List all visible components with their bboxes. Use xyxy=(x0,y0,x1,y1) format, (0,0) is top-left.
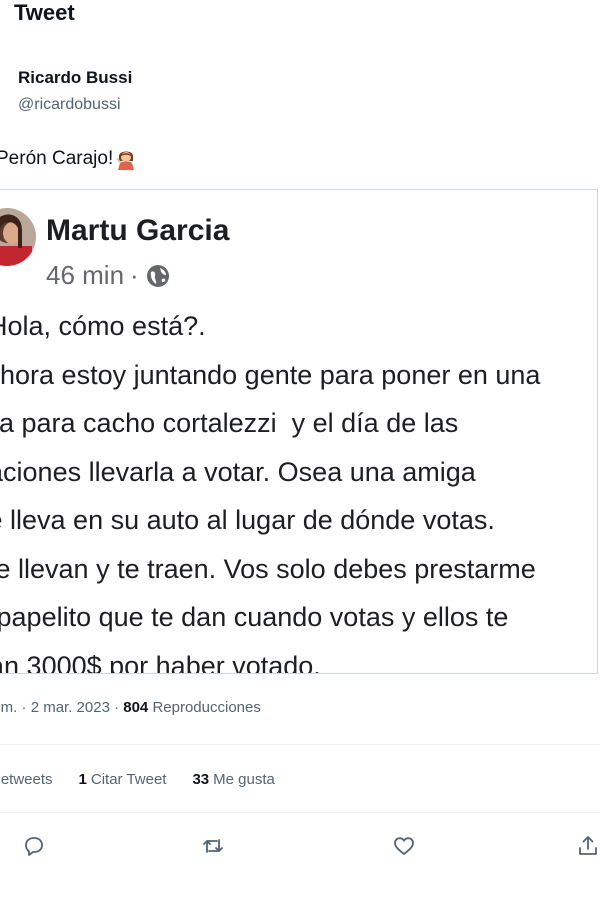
author-name[interactable]: Ricardo Bussi xyxy=(18,68,132,88)
divider xyxy=(0,744,600,745)
share-icon xyxy=(576,834,600,863)
quoted-line: Te llevan y te traen. Vos solo debes pre… xyxy=(0,553,536,584)
globe-icon xyxy=(145,263,171,289)
retweets-stat[interactable]: Retweets xyxy=(0,771,53,788)
quoted-post-body: Hola, cómo está?. Ahora estoy juntando g… xyxy=(0,302,541,674)
quoted-line: el papelito que te dan cuando votas y el… xyxy=(0,602,509,632)
meta-separator: · xyxy=(130,260,139,290)
actions-row xyxy=(0,828,600,868)
woman-gesturing-icon xyxy=(116,148,136,170)
timestamp-row: p. m. · 2 mar. 2023 · 804 Reproducciones xyxy=(0,699,261,716)
views-label: Reproducciones xyxy=(152,699,261,716)
quoted-line: dan 3000$ por haber votado. xyxy=(0,650,321,674)
quoted-author-name[interactable]: Martu Garcia xyxy=(46,214,229,248)
reply-button[interactable] xyxy=(14,828,54,868)
quoted-time-ago[interactable]: 46 min xyxy=(46,260,124,291)
quoted-line: Hola, cómo está?. xyxy=(0,311,206,341)
retweets-label: Retweets xyxy=(0,771,53,788)
quoted-line: votaciones llevarla a votar. Osea una am… xyxy=(0,456,476,487)
quotes-label: Citar Tweet xyxy=(90,771,167,788)
reply-icon xyxy=(22,834,46,863)
author-handle[interactable]: @ricardobussi xyxy=(18,96,121,114)
likes-stat[interactable]: 33 Me gusta xyxy=(192,771,274,788)
quotes-stat[interactable]: 1 Citar Tweet xyxy=(79,771,167,788)
retweet-icon xyxy=(201,834,225,863)
quotes-count: 1 xyxy=(78,771,87,788)
quoted-post-meta: 46 min · xyxy=(46,260,171,291)
quoted-line: lista para cacho cortalezzi y el día de … xyxy=(0,408,459,438)
avatar[interactable] xyxy=(0,208,36,266)
tweet-time[interactable]: p. m. xyxy=(0,699,17,716)
tweet-text-body: Perón Carajo! xyxy=(0,148,114,169)
quoted-line: te lleva en su auto al lugar de dónde vo… xyxy=(0,505,495,535)
stats-row: Retweets 1Citar Tweet 33Me gusta xyxy=(0,771,301,788)
quoted-line: Ahora estoy juntando gente para poner en… xyxy=(0,359,541,390)
tweet-text: Perón Carajo! xyxy=(0,148,136,170)
share-button[interactable] xyxy=(568,828,600,868)
retweet-button[interactable] xyxy=(193,828,233,868)
likes-count: 33 xyxy=(192,771,210,788)
divider xyxy=(0,812,600,813)
like-button[interactable] xyxy=(384,828,424,868)
likes-label: Me gusta xyxy=(213,771,275,788)
tweet-date[interactable]: 2 mar. 2023 xyxy=(31,699,110,716)
meta-separator: · xyxy=(21,699,27,716)
meta-separator: · xyxy=(114,699,120,716)
views-count: 804 xyxy=(123,699,149,716)
tweet-header-title: Tweet xyxy=(14,0,75,25)
like-icon xyxy=(392,834,416,863)
quoted-post-card[interactable]: Martu Garcia 46 min · Hola, cómo está?. … xyxy=(0,189,598,674)
